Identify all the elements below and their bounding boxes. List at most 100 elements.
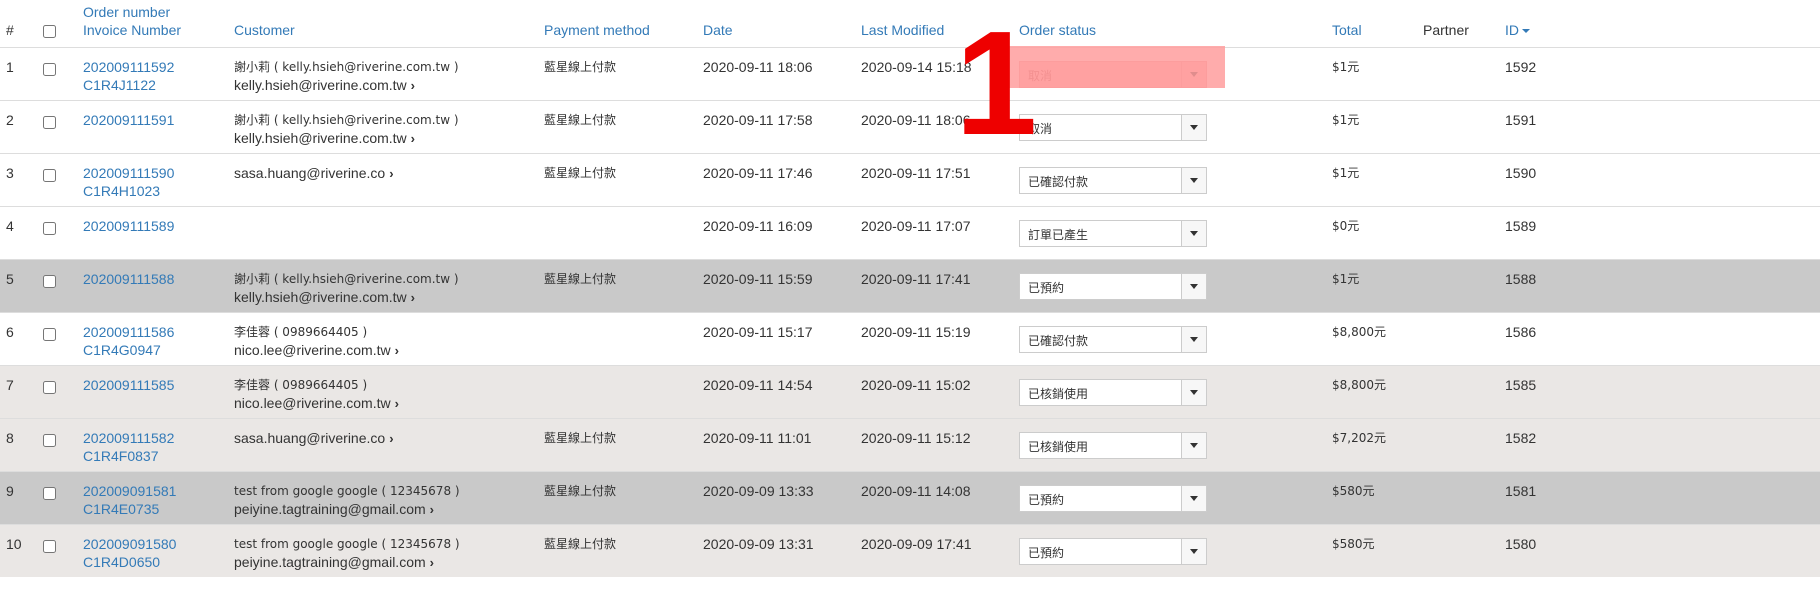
customer-email[interactable]: kelly.hsieh@riverine.com.tw — [234, 77, 407, 93]
customer-email[interactable]: peiyine.tagtraining@gmail.com — [234, 554, 426, 570]
customer-email[interactable]: sasa.huang@riverine.co — [234, 165, 385, 181]
customer-email-link[interactable]: kelly.hsieh@riverine.com.tw › — [234, 288, 544, 307]
chevron-down-icon[interactable] — [1190, 548, 1198, 554]
chevron-down-icon[interactable] — [1190, 442, 1198, 448]
order-number-link[interactable]: 202009111592 — [83, 58, 234, 76]
chevron-right-icon[interactable]: › — [411, 130, 415, 148]
order-status-select[interactable]: 已核銷使用 — [1019, 378, 1207, 406]
order-status-value[interactable]: 訂單已產生 — [1028, 226, 1088, 244]
order-number-link[interactable]: 202009111590 — [83, 164, 234, 182]
customer-email[interactable]: nico.lee@riverine.com.tw — [234, 342, 391, 358]
customer-email-link[interactable]: sasa.huang@riverine.co › — [234, 429, 544, 448]
order-status-select[interactable]: 已確認付款 — [1019, 166, 1207, 194]
row-checkbox[interactable] — [43, 539, 56, 553]
order-status-select[interactable]: 已確認付款 — [1019, 325, 1207, 353]
select-all-checkbox[interactable] — [43, 24, 56, 38]
order-number-link[interactable]: 202009091581 — [83, 482, 234, 500]
status-dropdown-button[interactable] — [1181, 273, 1206, 299]
order-status-header[interactable]: Order status — [1019, 0, 1332, 48]
order-status-value[interactable]: 取消 — [1028, 120, 1052, 138]
customer-email[interactable]: nico.lee@riverine.com.tw — [234, 395, 391, 411]
chevron-down-icon[interactable] — [1190, 124, 1198, 130]
row-checkbox[interactable] — [43, 327, 56, 341]
order-status-value[interactable]: 已確認付款 — [1028, 332, 1088, 350]
order-status-value[interactable]: 已預約 — [1028, 279, 1064, 297]
sort-desc-icon[interactable] — [1522, 28, 1530, 33]
chevron-right-icon[interactable]: › — [430, 554, 434, 572]
customer-email-link[interactable]: nico.lee@riverine.com.tw › — [234, 394, 544, 413]
invoice-number-link[interactable]: C1R4H1023 — [83, 182, 234, 200]
invoice-number-link[interactable]: C1R4F0837 — [83, 447, 234, 465]
order-status-select[interactable]: 取消 — [1019, 60, 1207, 88]
row-checkbox[interactable] — [43, 433, 56, 447]
chevron-down-icon[interactable] — [1190, 283, 1198, 289]
customer-email[interactable]: peiyine.tagtraining@gmail.com — [234, 501, 426, 517]
row-checkbox[interactable] — [43, 274, 56, 288]
status-dropdown-button[interactable] — [1181, 326, 1206, 352]
chevron-right-icon[interactable]: › — [430, 501, 434, 519]
order-number-link[interactable]: 202009111585 — [83, 376, 234, 394]
chevron-down-icon[interactable] — [1190, 177, 1198, 183]
chevron-down-icon[interactable] — [1190, 389, 1198, 395]
id-header-label[interactable]: ID — [1505, 22, 1519, 38]
status-dropdown-button[interactable] — [1181, 538, 1206, 564]
status-dropdown-button[interactable] — [1181, 432, 1206, 458]
order-number-header-label[interactable]: Order number — [83, 3, 234, 21]
customer-email-link[interactable]: kelly.hsieh@riverine.com.tw › — [234, 129, 544, 148]
order-status-select[interactable]: 已預約 — [1019, 484, 1207, 512]
id-header[interactable]: ID — [1505, 0, 1820, 48]
customer-email-link[interactable]: kelly.hsieh@riverine.com.tw › — [234, 76, 544, 95]
order-number-link[interactable]: 202009111582 — [83, 429, 234, 447]
order-status-value[interactable]: 已確認付款 — [1028, 173, 1088, 191]
customer-email[interactable]: kelly.hsieh@riverine.com.tw — [234, 289, 407, 305]
order-status-select[interactable]: 已核銷使用 — [1019, 431, 1207, 459]
order-number-link[interactable]: 202009111589 — [83, 217, 234, 235]
order-status-select[interactable]: 已預約 — [1019, 272, 1207, 300]
invoice-number-link[interactable]: C1R4J1122 — [83, 76, 234, 94]
status-dropdown-button[interactable] — [1181, 61, 1206, 87]
chevron-down-icon[interactable] — [1190, 71, 1198, 77]
order-status-value[interactable]: 已預約 — [1028, 491, 1064, 509]
row-checkbox[interactable] — [43, 221, 56, 235]
chevron-right-icon[interactable]: › — [411, 77, 415, 95]
chevron-right-icon[interactable]: › — [395, 342, 399, 360]
order-number-header[interactable]: Order number Invoice Number — [83, 0, 234, 48]
status-dropdown-button[interactable] — [1181, 485, 1206, 511]
order-status-value[interactable]: 已核銷使用 — [1028, 385, 1088, 403]
row-checkbox[interactable] — [43, 115, 56, 129]
order-status-select[interactable]: 已預約 — [1019, 537, 1207, 565]
row-checkbox[interactable] — [43, 168, 56, 182]
customer-email-link[interactable]: peiyine.tagtraining@gmail.com › — [234, 553, 544, 572]
row-checkbox[interactable] — [43, 380, 56, 394]
order-status-select[interactable]: 訂單已產生 — [1019, 219, 1207, 247]
order-status-value[interactable]: 已預約 — [1028, 544, 1064, 562]
chevron-down-icon[interactable] — [1190, 230, 1198, 236]
last-modified-header[interactable]: Last Modified — [861, 0, 1019, 48]
order-status-value[interactable]: 取消 — [1028, 67, 1052, 85]
customer-email[interactable]: kelly.hsieh@riverine.com.tw — [234, 130, 407, 146]
payment-method-header[interactable]: Payment method — [544, 0, 703, 48]
order-status-value[interactable]: 已核銷使用 — [1028, 438, 1088, 456]
customer-email-link[interactable]: nico.lee@riverine.com.tw › — [234, 341, 544, 360]
invoice-number-link[interactable]: C1R4G0947 — [83, 341, 234, 359]
customer-email-link[interactable]: peiyine.tagtraining@gmail.com › — [234, 500, 544, 519]
invoice-number-header-label[interactable]: Invoice Number — [83, 21, 234, 39]
customer-header[interactable]: Customer — [234, 0, 544, 48]
status-dropdown-button[interactable] — [1181, 114, 1206, 140]
invoice-number-link[interactable]: C1R4D0650 — [83, 553, 234, 571]
status-dropdown-button[interactable] — [1181, 220, 1206, 246]
chevron-right-icon[interactable]: › — [389, 165, 393, 183]
date-header[interactable]: Date — [703, 0, 861, 48]
order-number-link[interactable]: 202009111588 — [83, 270, 234, 288]
order-number-link[interactable]: 202009111591 — [83, 111, 234, 129]
status-dropdown-button[interactable] — [1181, 379, 1206, 405]
status-dropdown-button[interactable] — [1181, 167, 1206, 193]
customer-email[interactable]: sasa.huang@riverine.co — [234, 430, 385, 446]
row-checkbox[interactable] — [43, 62, 56, 76]
invoice-number-link[interactable]: C1R4E0735 — [83, 500, 234, 518]
chevron-down-icon[interactable] — [1190, 495, 1198, 501]
customer-email-link[interactable]: sasa.huang@riverine.co › — [234, 164, 544, 183]
order-number-link[interactable]: 202009111586 — [83, 323, 234, 341]
chevron-right-icon[interactable]: › — [411, 289, 415, 307]
chevron-right-icon[interactable]: › — [389, 430, 393, 448]
